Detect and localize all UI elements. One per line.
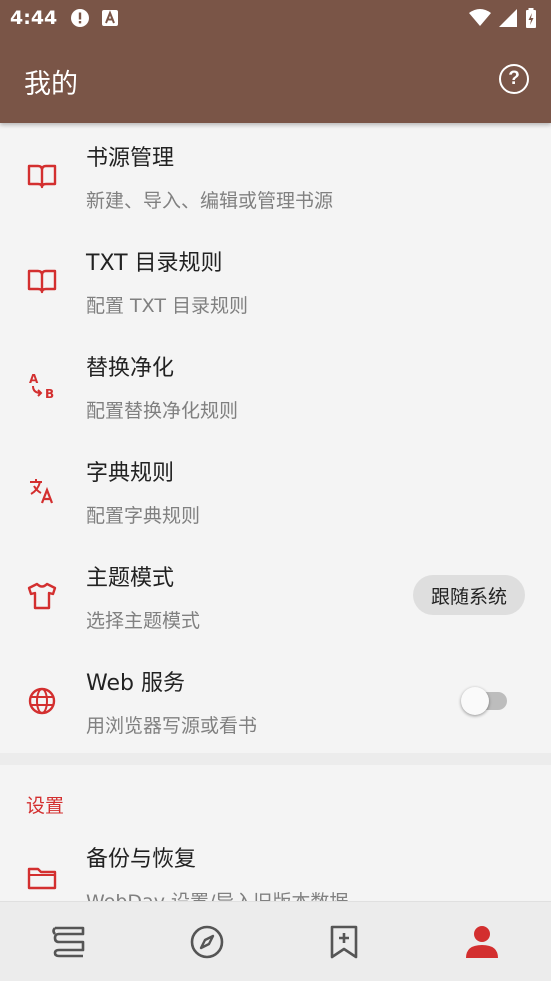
pref-summary: 配置字典规则 (86, 505, 201, 527)
book-open-icon (26, 161, 58, 191)
bookshelf-icon (52, 926, 85, 957)
signal-icon (499, 9, 517, 27)
translate-icon (26, 476, 58, 506)
battery-icon (526, 8, 536, 28)
main-section: 书源管理 新建、导入、编辑或管理书源 TXT 目录规则 配置 TXT 目录规则 … (0, 123, 551, 753)
status-time: 4:44 (10, 7, 58, 29)
app-bar: 4:44 我的 ? (0, 0, 551, 123)
switch-thumb (461, 687, 489, 715)
web-service-switch[interactable] (461, 686, 511, 716)
page-title: 我的 (24, 69, 78, 100)
theme-mode-chip[interactable]: 跟随系统 (412, 575, 525, 615)
pref-title: 字典规则 (86, 461, 175, 486)
preference-list[interactable]: 书源管理 新建、导入、编辑或管理书源 TXT 目录规则 配置 TXT 目录规则 … (0, 123, 551, 901)
pref-title: TXT 目录规则 (86, 251, 223, 276)
settings-section: 设置 备份与恢复 WebDav 设置/导入旧版本数据 (0, 765, 551, 901)
pref-title: 书源管理 (86, 146, 175, 171)
pref-replace-rule[interactable]: A B 替换净化 配置替换净化规则 (0, 333, 551, 438)
pref-dict-rule[interactable]: 字典规则 配置字典规则 (0, 438, 551, 543)
alert-icon (71, 9, 89, 27)
pref-summary: 配置 TXT 目录规则 (86, 295, 248, 317)
section-divider (0, 753, 551, 765)
folder-icon (26, 863, 58, 893)
globe-icon (26, 686, 58, 716)
book-open-icon (26, 266, 58, 296)
help-icon[interactable]: ? (499, 64, 529, 94)
category-label: 设置 (26, 795, 65, 817)
pref-theme-mode[interactable]: 主题模式 选择主题模式 跟随系统 (0, 543, 551, 648)
pref-title: 主题模式 (86, 566, 175, 591)
pref-summary: 选择主题模式 (86, 610, 201, 632)
bookmark-add-icon (331, 925, 358, 958)
bottom-navigation (0, 901, 551, 981)
tshirt-icon (26, 581, 58, 611)
pref-summary: WebDav 设置/导入旧版本数据 (86, 887, 348, 901)
status-system-icons (469, 8, 537, 28)
svg-text:A: A (29, 372, 39, 386)
pref-txt-toc-rule[interactable]: TXT 目录规则 配置 TXT 目录规则 (0, 228, 551, 333)
svg-text:B: B (45, 387, 54, 401)
nav-rss[interactable] (304, 912, 384, 972)
status-notification-icons (70, 8, 120, 28)
pref-title: 替换净化 (86, 356, 175, 381)
font-a-icon (102, 10, 118, 26)
nav-bookshelf[interactable] (29, 912, 109, 972)
wifi-icon (469, 9, 491, 26)
pref-title: 备份与恢复 (86, 847, 197, 872)
pref-book-source[interactable]: 书源管理 新建、导入、编辑或管理书源 (0, 123, 551, 228)
replace-ab-icon: A B (26, 371, 58, 401)
pref-summary: 用浏览器写源或看书 (86, 715, 258, 737)
category-title: 设置 (0, 765, 551, 839)
person-icon (466, 925, 499, 958)
compass-icon (190, 925, 223, 958)
nav-explore[interactable] (167, 912, 247, 972)
pref-backup-restore[interactable]: 备份与恢复 WebDav 设置/导入旧版本数据 (0, 839, 551, 901)
nav-my[interactable] (442, 912, 522, 972)
pref-summary: 配置替换净化规则 (86, 400, 239, 422)
pref-title: Web 服务 (86, 671, 185, 696)
pref-summary: 新建、导入、编辑或管理书源 (86, 190, 334, 212)
pref-web-service[interactable]: Web 服务 用浏览器写源或看书 (0, 648, 551, 753)
status-bar: 4:44 (0, 0, 551, 36)
